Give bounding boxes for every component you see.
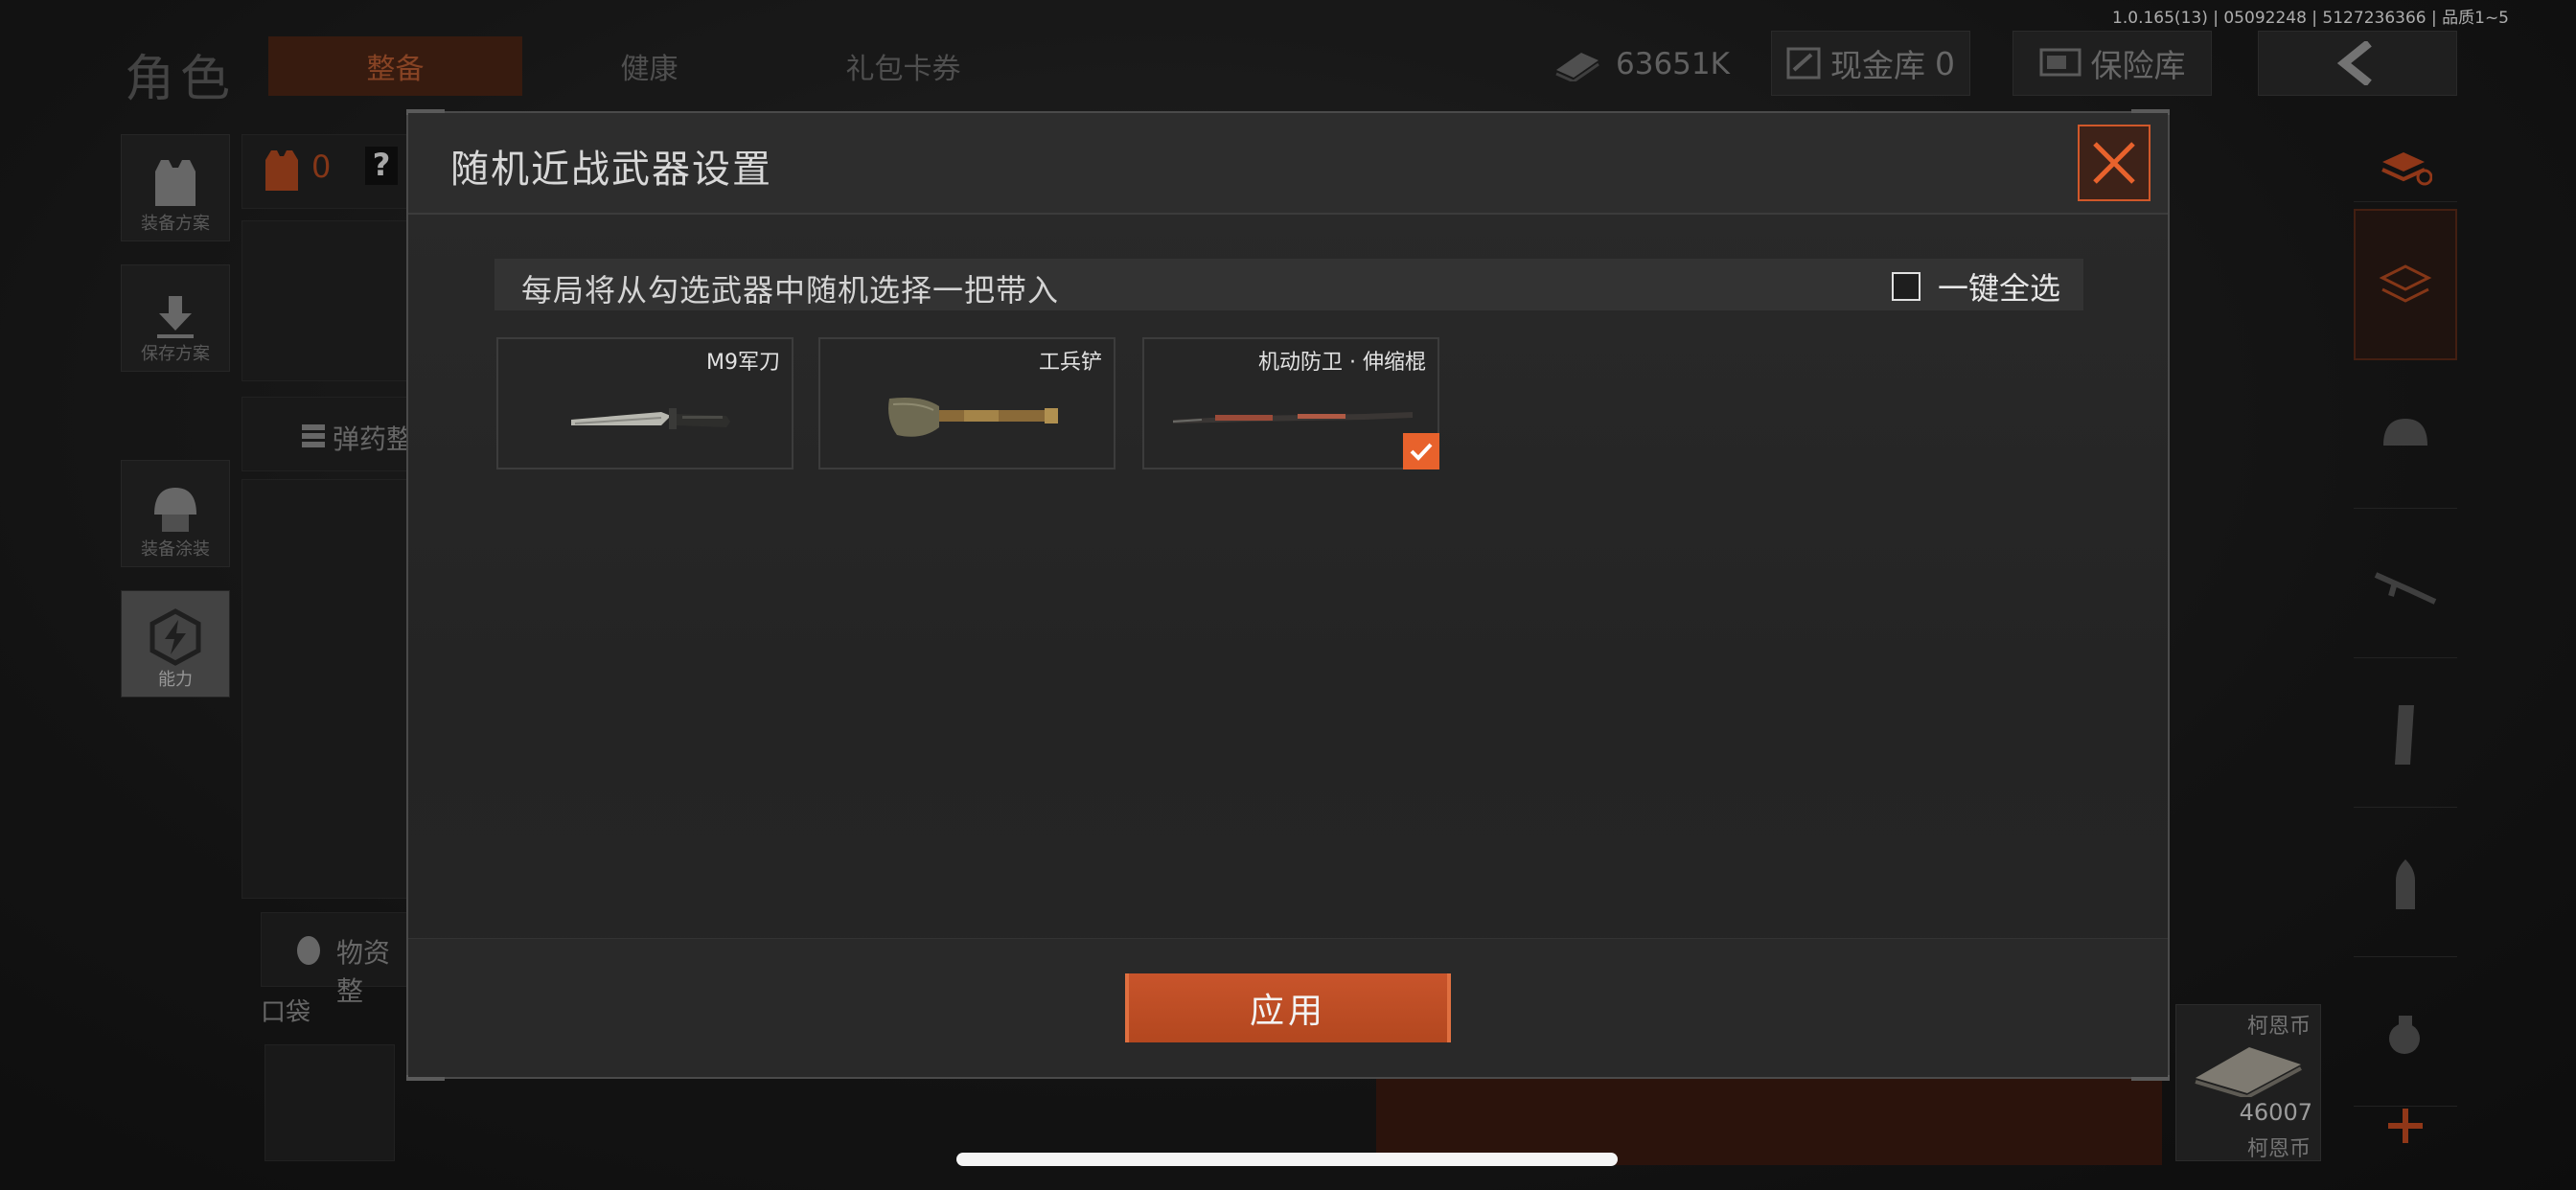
weapon-card-telescopic-baton[interactable]: 机动防卫 · 伸缩棍 [1142,337,1439,469]
bayonet-knife-icon [571,408,730,429]
close-button[interactable] [2078,125,2150,201]
home-indicator[interactable] [956,1153,1618,1166]
instruction-text: 每局将从勾选武器中随机选择一把带入 [521,272,1060,309]
select-all-label: 一键全选 [1937,270,2060,307]
selected-checkmark[interactable] [1403,433,1439,469]
apply-button[interactable]: 应用 [1125,973,1451,1042]
baton-icon [1173,412,1413,423]
shovel-icon [888,398,1058,437]
weapon-card-shovel[interactable]: 工兵铲 [818,337,1116,469]
dialog-header: 随机近战武器设置 [408,113,2168,215]
weapon-name: M9军刀 [706,351,780,375]
melee-weapon-settings-dialog: 随机近战武器设置 每局将从勾选武器中随机选择一把带入 一键全选 M9军刀 工兵铲 [406,109,2170,1081]
check-icon [1410,443,1433,461]
select-all-toggle[interactable]: 一键全选 [1891,264,2060,309]
select-all-checkbox[interactable] [1891,272,1920,301]
weapon-card-m9-bayonet[interactable]: M9军刀 [496,337,794,469]
weapon-name: 工兵铲 [1038,351,1102,375]
instruction-bar: 每局将从勾选武器中随机选择一把带入 一键全选 [494,259,2083,310]
dialog-title: 随机近战武器设置 [450,148,772,192]
close-icon [2093,142,2135,184]
weapon-name: 机动防卫 · 伸缩棍 [1258,351,1426,375]
